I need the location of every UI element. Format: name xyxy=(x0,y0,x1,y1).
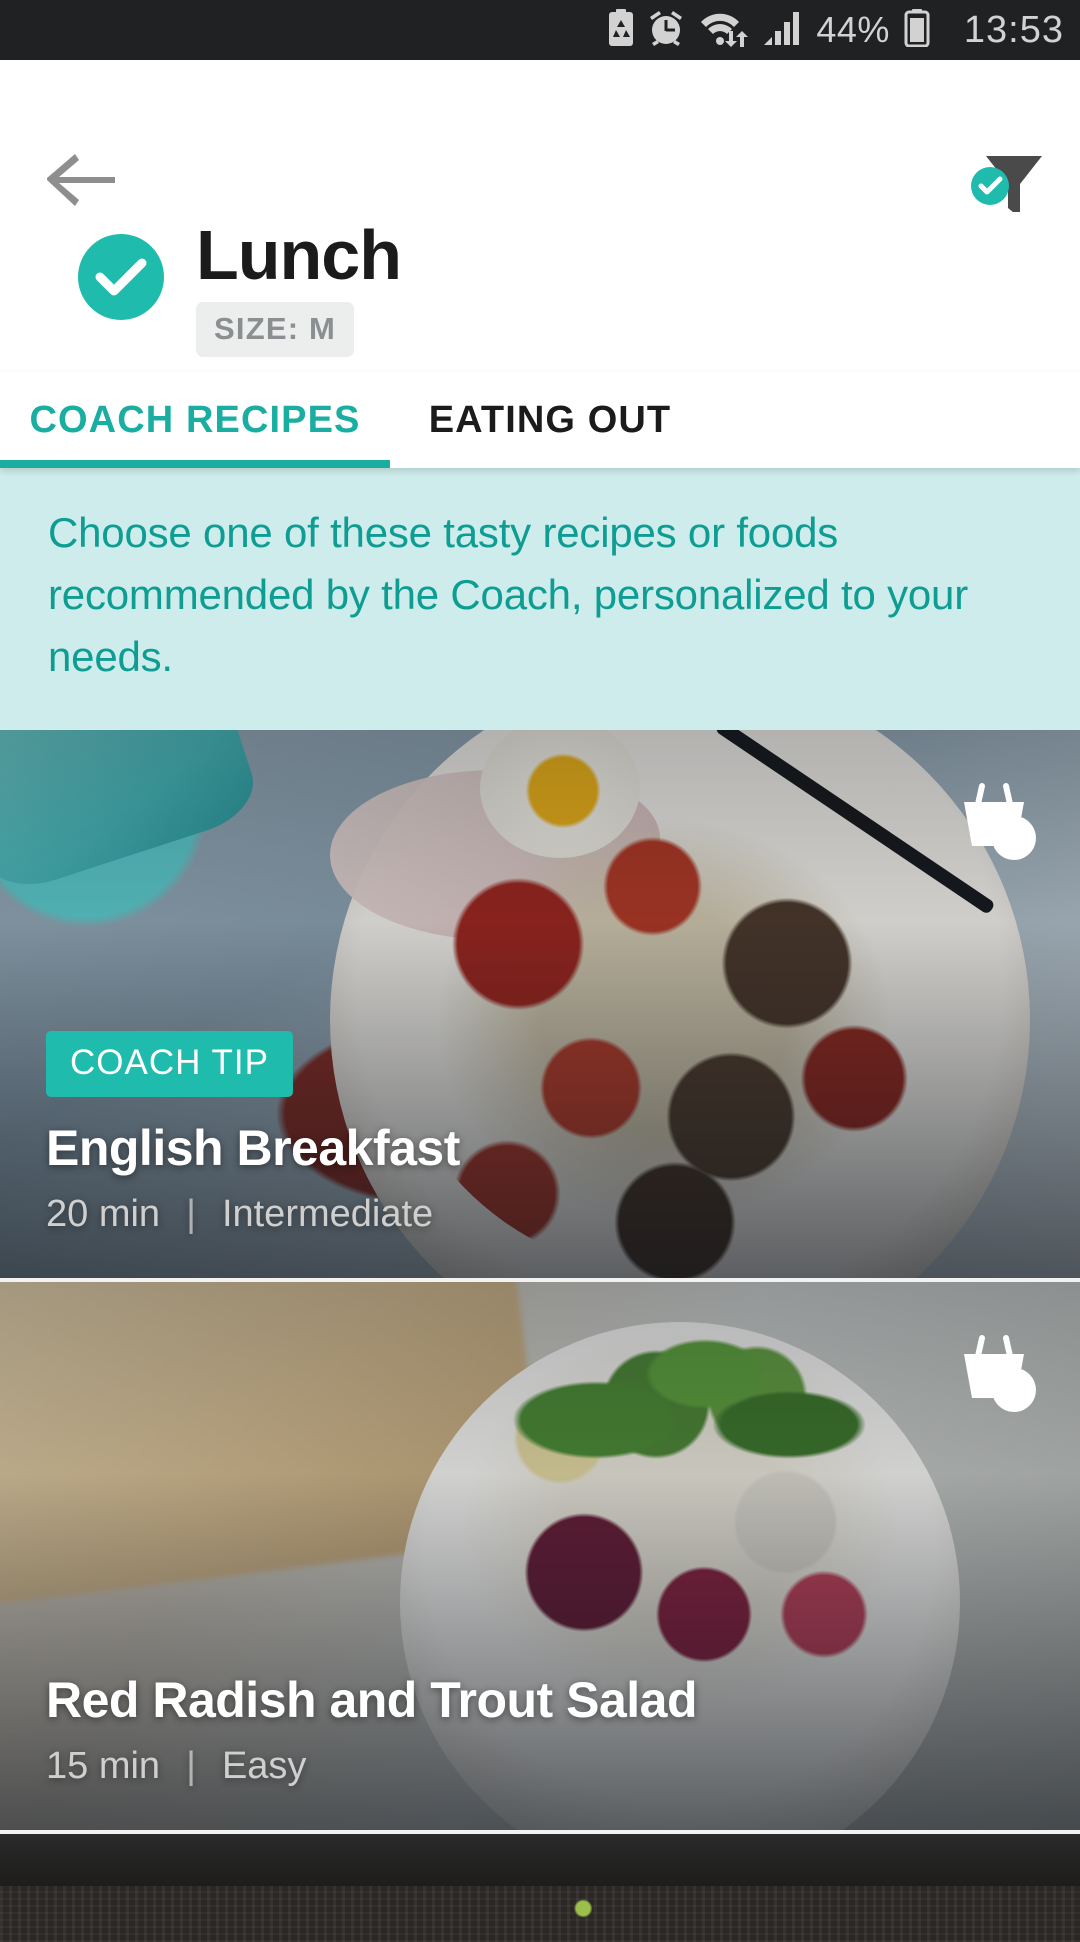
info-banner-text: Choose one of these tasty recipes or foo… xyxy=(48,509,968,680)
add-to-basket-icon xyxy=(964,783,1036,860)
recipe-list: COACH TIP English Breakfast 20 min | Int… xyxy=(0,730,1080,1942)
recipe-meta: 20 min | Intermediate xyxy=(46,1193,960,1236)
recipe-difficulty: Easy xyxy=(221,1745,307,1787)
recipe-photo xyxy=(0,1834,1080,1942)
tab-coach-recipes[interactable]: COACH RECIPES xyxy=(0,372,390,468)
battery-percent-text: 44% xyxy=(816,9,890,50)
battery-saver-icon xyxy=(608,8,634,52)
back-arrow-icon xyxy=(45,150,119,213)
add-to-basket-button[interactable] xyxy=(948,1328,1040,1414)
status-bar: 44% 13:53 xyxy=(0,0,1080,60)
add-to-basket-button[interactable] xyxy=(948,776,1040,862)
recipe-card-red-radish-and-trout-salad[interactable]: Red Radish and Trout Salad 15 min | Easy xyxy=(0,1282,1080,1830)
size-badge: SIZE: M xyxy=(196,302,355,357)
check-badge-icon xyxy=(971,167,1009,205)
battery-icon xyxy=(904,8,930,52)
page-title: Lunch xyxy=(196,216,402,294)
add-to-basket-icon xyxy=(964,1335,1036,1412)
recipe-card-text: Red Radish and Trout Salad 15 min | Easy xyxy=(46,1671,960,1788)
tab-bar: COACH RECIPES EATING OUT xyxy=(0,372,1080,468)
tab-eating-out[interactable]: EATING OUT xyxy=(390,372,710,468)
alarm-icon xyxy=(648,9,684,52)
recipe-difficulty: Intermediate xyxy=(221,1193,434,1235)
wifi-icon xyxy=(698,9,749,52)
back-button[interactable] xyxy=(42,146,122,216)
coach-tip-badge: COACH TIP xyxy=(46,1031,293,1097)
signal-icon xyxy=(762,9,802,52)
recipe-card-text: COACH TIP English Breakfast 20 min | Int… xyxy=(46,1031,960,1236)
meta-separator: | xyxy=(186,1745,196,1787)
page-header: Lunch SIZE: M xyxy=(0,212,1080,372)
recipe-time: 20 min xyxy=(46,1193,161,1235)
recipe-time: 15 min xyxy=(46,1745,161,1787)
meta-separator: | xyxy=(186,1193,196,1235)
check-circle-icon xyxy=(78,234,164,320)
recipe-title: English Breakfast xyxy=(46,1120,460,1176)
status-bar-icons: 44% 13:53 xyxy=(608,8,1064,52)
recipe-title: Red Radish and Trout Salad xyxy=(46,1672,698,1728)
tab-active-indicator xyxy=(0,460,390,468)
recipe-meta: 15 min | Easy xyxy=(46,1745,960,1788)
clock-text: 13:53 xyxy=(963,8,1064,51)
app-bar xyxy=(0,60,1080,218)
recipe-card-partial[interactable] xyxy=(0,1834,1080,1942)
recipe-card-english-breakfast[interactable]: COACH TIP English Breakfast 20 min | Int… xyxy=(0,730,1080,1278)
info-banner: Choose one of these tasty recipes or foo… xyxy=(0,468,1080,730)
